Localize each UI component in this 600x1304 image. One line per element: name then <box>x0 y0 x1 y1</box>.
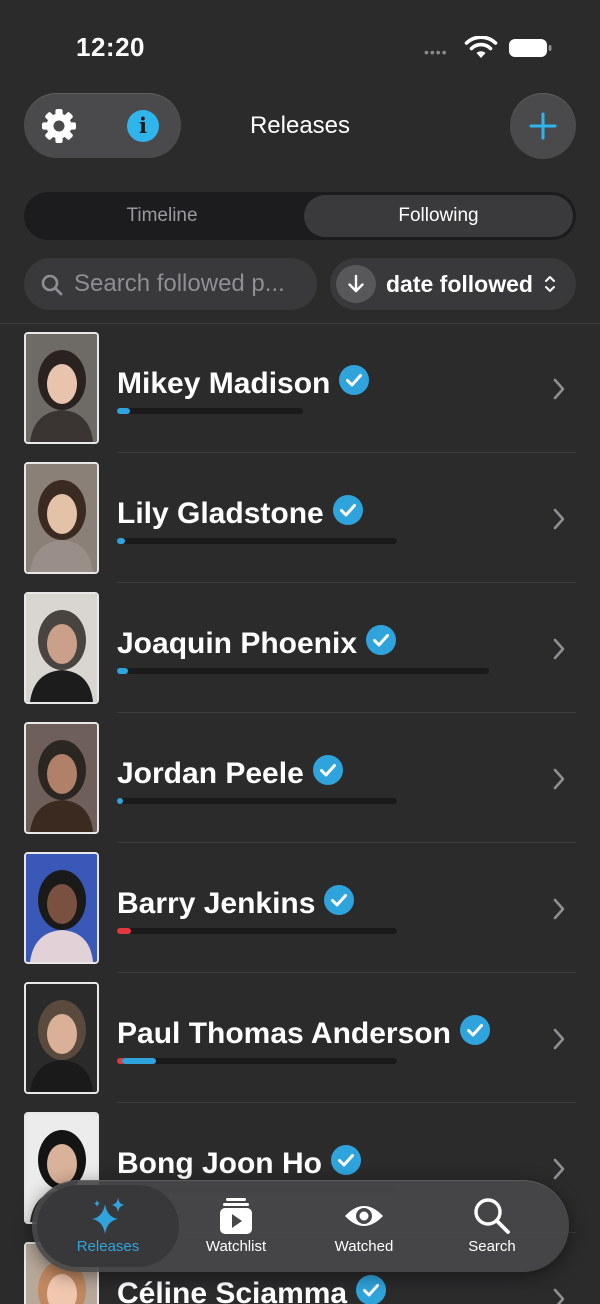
person-name: Bong Joon Ho <box>117 1144 362 1181</box>
chevron-right-icon <box>553 768 565 790</box>
person-name: Lily Gladstone <box>117 494 364 531</box>
tab-watched[interactable]: Watched <box>300 1180 428 1272</box>
chevron-right-icon <box>553 898 565 920</box>
person-name-text: Mikey Madison <box>117 367 331 400</box>
tab-watchlist[interactable]: Watchlist <box>172 1180 300 1272</box>
progress-fill-blue <box>117 408 130 414</box>
tab-timeline[interactable]: Timeline <box>24 192 300 240</box>
person-photo <box>24 462 99 574</box>
signal-dots-icon: •••• <box>424 44 448 60</box>
search-icon <box>41 274 63 296</box>
person-name-text: Céline Sciamma <box>117 1277 348 1304</box>
person-photo <box>24 852 99 964</box>
progress-fill-blue <box>117 798 123 804</box>
chevron-up-down-icon <box>545 276 555 292</box>
person-photo <box>24 982 99 1094</box>
release-progress-bar <box>117 928 397 934</box>
person-row[interactable]: Jordan Peele <box>0 714 600 844</box>
verified-badge-icon <box>312 755 343 785</box>
search-icon <box>474 1198 510 1234</box>
tab-label: Search <box>468 1238 516 1255</box>
chevron-right-icon <box>553 378 565 400</box>
person-row[interactable]: Mikey Madison <box>0 324 600 454</box>
verified-badge-icon <box>332 495 363 525</box>
person-row[interactable]: Paul Thomas Anderson <box>0 974 600 1104</box>
person-name: Joaquin Phoenix <box>117 624 397 661</box>
tab-releases[interactable]: Releases <box>44 1180 172 1272</box>
sparkles-icon <box>92 1198 124 1234</box>
arrow-down-icon <box>348 274 364 293</box>
release-progress-bar <box>117 408 303 414</box>
release-progress-bar <box>117 668 489 674</box>
eye-icon <box>345 1206 383 1226</box>
person-row[interactable]: Joaquin Phoenix <box>0 584 600 714</box>
verified-badge-icon <box>324 885 355 915</box>
progress-fill-blue <box>117 538 125 544</box>
tab-following[interactable]: Following <box>304 195 573 237</box>
release-progress-bar <box>117 1058 397 1064</box>
person-photo <box>24 722 99 834</box>
row-divider <box>117 972 576 973</box>
person-photo <box>24 332 99 444</box>
release-progress-bar <box>117 798 397 804</box>
chevron-right-icon <box>553 638 565 660</box>
person-name: Barry Jenkins <box>117 884 355 921</box>
progress-fill-blue <box>117 668 128 674</box>
search-field[interactable] <box>24 258 317 310</box>
chevron-right-icon <box>553 1028 565 1050</box>
person-name-text: Joaquin Phoenix <box>117 627 358 660</box>
tab-bar: Releases Watchlist Watched Search <box>32 1180 569 1272</box>
status-time: 12:20 <box>76 32 145 62</box>
play-stack-icon <box>220 1198 252 1234</box>
row-divider <box>117 452 576 453</box>
tab-label: Watched <box>334 1238 394 1255</box>
tab-label: Releases <box>76 1238 140 1255</box>
verified-badge-icon <box>366 625 397 655</box>
person-name-text: Paul Thomas Anderson <box>117 1017 451 1050</box>
chevron-right-icon <box>553 508 565 530</box>
person-name: Jordan Peele <box>117 754 344 791</box>
sort-direction-button[interactable] <box>336 265 376 303</box>
person-row[interactable]: Barry Jenkins <box>0 844 600 974</box>
verified-badge-icon <box>330 1145 361 1175</box>
verified-badge-icon <box>339 365 370 395</box>
row-divider <box>117 842 576 843</box>
row-divider <box>117 712 576 713</box>
person-name-text: Bong Joon Ho <box>117 1147 322 1180</box>
header: i Releases <box>0 92 600 160</box>
row-divider <box>117 1102 576 1103</box>
add-button[interactable] <box>510 93 576 159</box>
person-name: Mikey Madison <box>117 364 370 401</box>
progress-fill-red <box>117 928 131 934</box>
person-name-text: Jordan Peele <box>117 757 304 790</box>
verified-badge-icon <box>459 1015 490 1045</box>
wifi-icon <box>464 36 498 58</box>
chevron-right-icon <box>553 1288 565 1304</box>
sort-button[interactable]: date followed <box>330 258 576 310</box>
chevron-right-icon <box>553 1158 565 1180</box>
release-progress-bar <box>117 538 397 544</box>
row-divider <box>117 582 576 583</box>
battery-icon <box>509 39 552 57</box>
verified-badge-icon <box>356 1275 387 1304</box>
person-name-text: Lily Gladstone <box>117 497 324 530</box>
progress-fill-blue <box>122 1058 156 1064</box>
person-photo <box>24 592 99 704</box>
search-input[interactable] <box>74 258 310 310</box>
person-name: Céline Sciamma <box>117 1274 387 1304</box>
tab-label: Watchlist <box>205 1238 267 1255</box>
tab-search[interactable]: Search <box>428 1180 556 1272</box>
sort-label: date followed <box>386 271 533 297</box>
person-name-text: Barry Jenkins <box>117 887 316 920</box>
plus-icon <box>529 112 557 140</box>
status-bar: 12:20 •••• <box>0 0 600 90</box>
view-segmented-control: Timeline Following <box>24 192 576 240</box>
person-row[interactable]: Lily Gladstone <box>0 454 600 584</box>
person-name: Paul Thomas Anderson <box>117 1014 491 1051</box>
